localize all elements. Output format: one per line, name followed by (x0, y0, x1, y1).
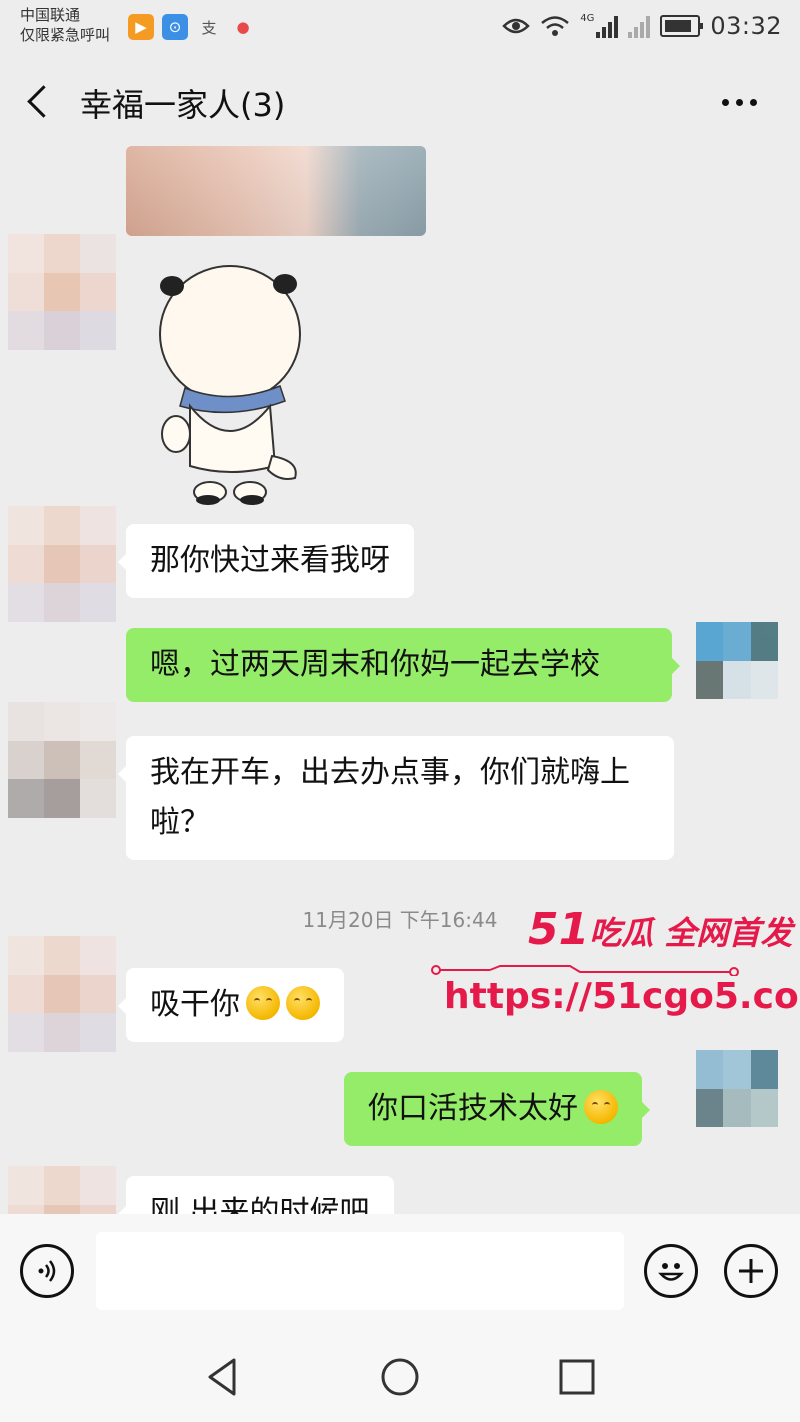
battery-icon (660, 15, 704, 37)
message-bubble[interactable]: 吸干你 (118, 968, 344, 1042)
nav-home-button[interactable] (377, 1354, 423, 1400)
signal-icon: 4G (580, 13, 619, 38)
nav-recents-button[interactable] (554, 1354, 600, 1400)
input-bar (0, 1214, 800, 1330)
system-navigation-bar (0, 1330, 800, 1422)
voice-icon (38, 1260, 56, 1282)
watermark-decoration (431, 965, 739, 976)
chat-header: 幸福一家人(3) (0, 56, 800, 146)
watermark: 51吃瓜 全网首发 https://51cgo5.com (430, 904, 800, 1024)
message-app-icon: ⊙ (162, 14, 188, 40)
carrier-info: 中国联通 仅限紧急呼叫 (20, 5, 110, 45)
avatar[interactable] (8, 506, 116, 622)
nav-back-button[interactable] (200, 1354, 246, 1400)
alipay-icon: 支 (196, 14, 222, 40)
back-button[interactable] (22, 82, 58, 122)
sticker-panda-image[interactable] (150, 256, 310, 506)
eye-icon (502, 18, 530, 34)
message-bubble[interactable]: 那你快过来看我呀 (118, 524, 414, 598)
thinking-emoji-icon (286, 986, 320, 1020)
chat-messages[interactable]: 那你快过来看我呀 嗯，过两天周末和你妈一起去学校 我在开车，出去办点事，你们就嗨… (0, 146, 800, 1214)
smiley-icon (658, 1263, 684, 1281)
message-bubble[interactable]: 我在开车，出去办点事，你们就嗨上啦？ (118, 736, 674, 860)
network-type-label: 4G (580, 13, 595, 24)
message-bubble-self[interactable]: 你口活技术太好 (344, 1072, 650, 1146)
avatar[interactable] (8, 234, 116, 350)
video-app-icon: ▶ (128, 14, 154, 40)
notification-icons: ▶ ⊙ 支 ● (128, 14, 256, 40)
message-bubble-self[interactable]: 嗯，过两天周末和你妈一起去学校 (126, 628, 680, 702)
image-message[interactable] (126, 146, 426, 236)
signal-2-icon (628, 14, 651, 38)
status-bar: 中国联通 仅限紧急呼叫 ▶ ⊙ 支 ● 4G 03:32 (0, 0, 800, 56)
message-text: 我在开车，出去办点事，你们就嗨上啦？ (150, 755, 630, 840)
location-icon: ● (230, 14, 256, 40)
system-status: 4G 03:32 (502, 12, 782, 40)
laughing-crying-emoji-icon (584, 1090, 618, 1124)
carrier-name: 中国联通 (20, 6, 81, 24)
avatar[interactable] (8, 702, 116, 818)
watermark-url: https://51cgo5.com (444, 976, 800, 1017)
more-options-button[interactable] (722, 88, 766, 116)
avatar[interactable] (8, 936, 116, 1052)
avatar[interactable] (8, 1166, 116, 1214)
self-avatar[interactable] (696, 622, 778, 738)
message-text: 你口活技术太好 (368, 1091, 578, 1126)
message-text: 嗯，过两天周末和你妈一起去学校 (150, 647, 600, 682)
thinking-emoji-icon (246, 986, 280, 1020)
plus-icon (739, 1259, 763, 1283)
chat-title: 幸福一家人(3) (80, 86, 286, 124)
self-avatar[interactable] (696, 1050, 778, 1166)
add-more-button[interactable] (724, 1244, 778, 1298)
message-text: 吸干你 (150, 987, 240, 1022)
watermark-brand: 51吃瓜 全网首发 (528, 904, 792, 955)
message-text: 刚 出来的时候吧 (150, 1195, 370, 1214)
watermark-brand-text: 吃瓜 全网首发 (589, 914, 793, 952)
wifi-icon (541, 16, 570, 36)
message-bubble[interactable]: 刚 出来的时候吧 (118, 1176, 394, 1214)
watermark-brand-number: 51 (528, 904, 590, 955)
message-text: 那你快过来看我呀 (150, 543, 390, 578)
voice-button[interactable] (20, 1244, 74, 1298)
message-input[interactable] (96, 1232, 624, 1310)
clock: 03:32 (710, 12, 782, 40)
emoji-button[interactable] (644, 1244, 698, 1298)
carrier-status: 仅限紧急呼叫 (20, 26, 111, 44)
